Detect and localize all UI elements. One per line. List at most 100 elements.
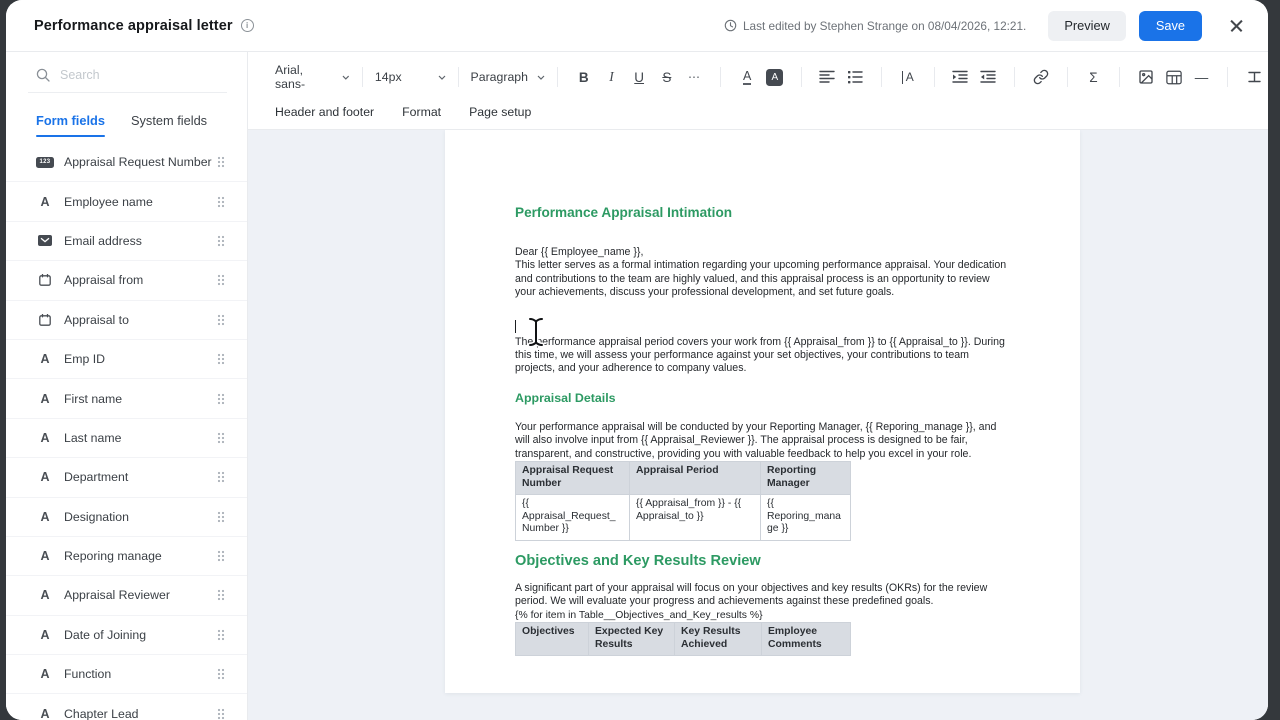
field-item-function[interactable]: A Function [6, 655, 247, 695]
text-field-icon: A [40, 509, 50, 524]
italic-button[interactable]: I [598, 63, 626, 91]
drag-handle-icon[interactable] [217, 668, 225, 680]
underline-button[interactable]: U [625, 63, 653, 91]
field-item-last-name[interactable]: A Last name [6, 418, 247, 459]
editor-toolbar: Arial, sans- 14px Paragraph B I U S ⋯ A … [248, 52, 1268, 130]
okr-table[interactable]: Objectives Expected Key Results Key Resu… [515, 622, 851, 657]
sidebar-tabs: Form fields System fields [6, 93, 247, 137]
field-item-reporing-manage[interactable]: A Reporing manage [6, 536, 247, 577]
field-item-appraisal-reviewer[interactable]: A Appraisal Reviewer [6, 576, 247, 616]
text-field-icon: A [40, 430, 50, 445]
table-cell: {{ Appraisal_Request_Number }} [515, 494, 630, 542]
doc-loop-tag: {% for item in Table__Objectives_and_Key… [515, 609, 763, 621]
chevron-down-icon [537, 75, 545, 80]
menu-page-setup[interactable]: Page setup [469, 105, 531, 119]
insert-image-icon[interactable] [1132, 63, 1160, 91]
menu-format[interactable]: Format [402, 105, 441, 119]
field-item-department[interactable]: A Department [6, 458, 247, 498]
font-size-dropdown[interactable]: 14px [375, 70, 446, 84]
document-page[interactable]: Performance Appraisal Intimation Dear {{… [445, 130, 1080, 693]
email-icon [36, 235, 54, 247]
drag-handle-icon[interactable] [217, 314, 225, 326]
drag-handle-icon[interactable] [217, 274, 225, 286]
text-field-icon: A [40, 391, 50, 406]
formula-icon[interactable]: Σ [1080, 63, 1108, 91]
field-item-email-address[interactable]: Email address [6, 221, 247, 262]
table-header-cell: Appraisal Request Number [515, 461, 630, 496]
table-row: {{ Appraisal_Request_Number }} {{ Apprai… [515, 494, 851, 542]
text-field-icon: A [40, 194, 50, 209]
calendar-icon [36, 313, 54, 326]
table-cell: {{ Reporing_manage }} [760, 494, 851, 542]
doc-heading-intimation: Performance Appraisal Intimation [515, 205, 733, 220]
field-item-emp-id[interactable]: A Emp ID [6, 339, 247, 380]
search-input[interactable] [60, 68, 200, 82]
form-fields-list: 123 Appraisal Request Number A Employee … [6, 143, 247, 720]
insert-table-icon[interactable] [1160, 63, 1188, 91]
calendar-icon [36, 274, 54, 287]
tab-system-fields[interactable]: System fields [131, 113, 207, 137]
top-bar: Performance appraisal letter i Last edit… [6, 0, 1268, 52]
chevron-down-icon [438, 75, 446, 80]
field-item-employee-name[interactable]: A Employee name [6, 182, 247, 222]
font-family-dropdown[interactable]: Arial, sans- [275, 63, 350, 91]
paragraph-style-dropdown[interactable]: Paragraph [471, 70, 545, 84]
drag-handle-icon[interactable] [217, 196, 225, 208]
drag-handle-icon[interactable] [217, 708, 225, 720]
text-caret-line[interactable] [515, 319, 1010, 334]
align-left-icon[interactable] [814, 63, 842, 91]
drag-handle-icon[interactable] [217, 511, 225, 523]
search-box[interactable] [28, 52, 227, 93]
more-formatting-icon[interactable]: ⋯ [681, 63, 709, 91]
drag-handle-icon[interactable] [217, 353, 225, 365]
horizontal-rule-icon[interactable]: — [1188, 63, 1216, 91]
table-header-cell: Reporting Manager [760, 461, 851, 496]
field-item-appraisal-request-number[interactable]: 123 Appraisal Request Number [6, 143, 247, 183]
drag-handle-icon[interactable] [217, 432, 225, 444]
drag-handle-icon[interactable] [217, 550, 225, 562]
list-icon[interactable] [841, 63, 869, 91]
indent-decrease-icon[interactable] [974, 63, 1002, 91]
close-icon[interactable] [1228, 17, 1246, 35]
field-item-designation[interactable]: A Designation [6, 497, 247, 537]
line-spacing-icon[interactable]: A [894, 63, 922, 91]
field-item-date-of-joining[interactable]: A Date of Joining [6, 615, 247, 656]
table-header-cell: Employee Comments [761, 622, 851, 657]
drag-handle-icon[interactable] [217, 393, 225, 405]
drag-handle-icon[interactable] [217, 235, 225, 247]
drag-handle-icon[interactable] [217, 629, 225, 641]
table-header-cell: Key Results Achieved [674, 622, 762, 657]
indent-increase-icon[interactable] [947, 63, 975, 91]
search-icon [36, 68, 50, 82]
field-item-appraisal-from[interactable]: Appraisal from [6, 261, 247, 301]
text-field-icon: A [40, 667, 50, 682]
doc-paragraph-conducted-by: Your performance appraisal will be condu… [515, 420, 997, 460]
field-item-chapter-lead[interactable]: A Chapter Lead [6, 694, 247, 720]
highlight-color-button[interactable]: A [761, 63, 789, 91]
tab-form-fields[interactable]: Form fields [36, 113, 105, 137]
page-break-icon[interactable] [1240, 63, 1268, 91]
page-title: Performance appraisal letter [34, 17, 233, 34]
field-item-appraisal-to[interactable]: Appraisal to [6, 300, 247, 340]
strikethrough-button[interactable]: S [653, 63, 681, 91]
drag-handle-icon[interactable] [217, 156, 225, 168]
chevron-down-icon [342, 75, 350, 80]
save-button[interactable]: Save [1138, 10, 1202, 41]
menu-header-footer[interactable]: Header and footer [275, 105, 374, 119]
text-field-icon: A [40, 588, 50, 603]
font-color-button[interactable]: A [733, 63, 761, 91]
preview-button[interactable]: Preview [1048, 10, 1126, 41]
drag-handle-icon[interactable] [217, 589, 225, 601]
text-field-icon: A [40, 627, 50, 642]
editor-area: Arial, sans- 14px Paragraph B I U S ⋯ A … [248, 52, 1268, 720]
last-edited-status: Last edited by Stephen Strange on 08/04/… [724, 19, 1026, 33]
bold-button[interactable]: B [570, 63, 598, 91]
field-item-first-name[interactable]: A First name [6, 379, 247, 419]
text-field-icon: A [40, 352, 50, 367]
appraisal-details-table[interactable]: Appraisal Request Number Appraisal Perio… [515, 461, 851, 542]
text-caret [515, 319, 517, 333]
drag-handle-icon[interactable] [217, 471, 225, 483]
info-icon[interactable]: i [240, 19, 254, 32]
doc-paragraph-period: The performance appraisal period covers … [515, 335, 1005, 375]
link-icon[interactable] [1027, 63, 1055, 91]
